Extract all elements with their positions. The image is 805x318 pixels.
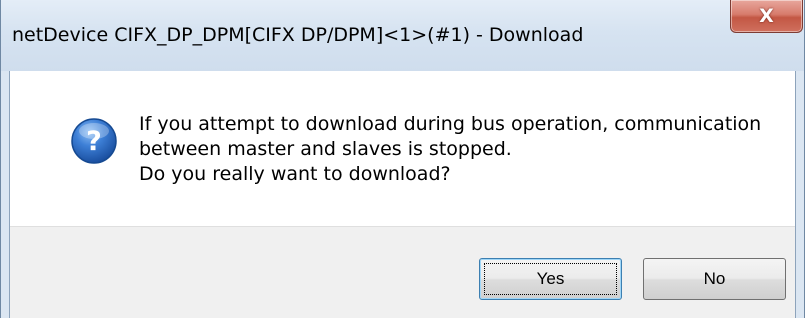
- title-bar[interactable]: netDevice CIFX_DP_DPM[CIFX DP/DPM]<1>(#1…: [1, 0, 804, 71]
- no-button[interactable]: No: [643, 258, 786, 300]
- yes-button-label: Yes: [536, 269, 565, 288]
- message-line: If you attempt to download during bus op…: [139, 113, 762, 135]
- download-dialog: netDevice CIFX_DP_DPM[CIFX DP/DPM]<1>(#1…: [0, 0, 805, 318]
- message-line: between master and slaves is stopped.: [139, 138, 512, 160]
- close-button[interactable]: X: [730, 0, 803, 33]
- message-text: If you attempt to download during bus op…: [139, 112, 761, 187]
- question-icon: ?: [71, 118, 117, 164]
- svg-text:?: ?: [86, 126, 102, 157]
- message-area: ? If you attempt to download during bus …: [10, 71, 795, 226]
- no-button-label: No: [703, 269, 726, 288]
- dialog-content: ? If you attempt to download during bus …: [9, 71, 796, 318]
- button-bar: Yes No: [10, 226, 795, 318]
- close-icon: X: [759, 4, 774, 27]
- yes-button[interactable]: Yes: [479, 258, 622, 300]
- message-line: Do you really want to download?: [139, 163, 451, 185]
- window-title: netDevice CIFX_DP_DPM[CIFX DP/DPM]<1>(#1…: [12, 24, 584, 46]
